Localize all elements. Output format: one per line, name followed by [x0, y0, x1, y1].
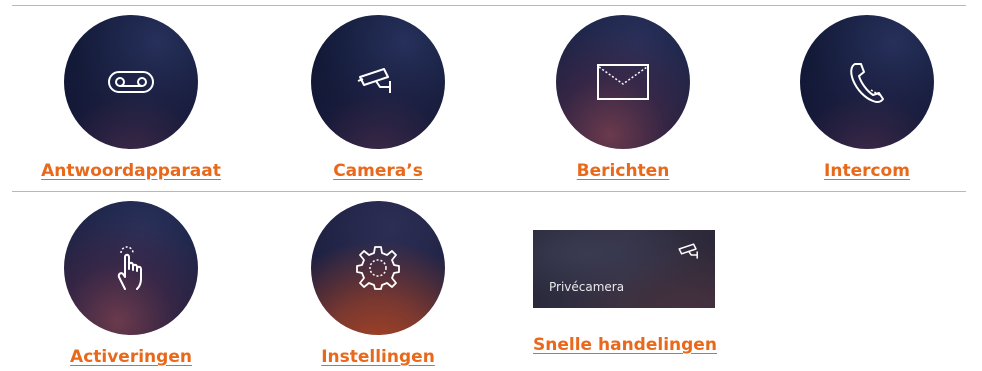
- cameras-button[interactable]: [311, 15, 445, 149]
- tile-instellingen: Instellingen: [283, 201, 473, 367]
- middle-divider: [12, 191, 966, 192]
- tile-cameras: Camera’s: [283, 15, 473, 181]
- activeringen-link[interactable]: Activeringen: [70, 347, 192, 367]
- gear-icon: [356, 246, 400, 290]
- top-divider: [12, 5, 966, 6]
- phone-icon: [850, 63, 884, 104]
- tile-intercom: Intercom: [772, 15, 962, 181]
- berichten-link[interactable]: Berichten: [577, 161, 670, 181]
- instellingen-button[interactable]: [311, 201, 445, 335]
- voicemail-icon: [108, 71, 154, 93]
- intercom-link[interactable]: Intercom: [824, 161, 910, 181]
- tile-activeringen: Activeringen: [36, 201, 226, 367]
- antwoordapparaat-button[interactable]: [64, 15, 198, 149]
- cameras-link[interactable]: Camera’s: [333, 161, 423, 181]
- snelle-handelingen-link[interactable]: Snelle handelingen: [533, 335, 717, 355]
- tile-snelle-handelingen: Snelle handelingen: [510, 335, 740, 355]
- antwoordapparaat-link[interactable]: Antwoordapparaat: [41, 161, 221, 181]
- instellingen-link[interactable]: Instellingen: [321, 347, 435, 367]
- activeringen-button[interactable]: [64, 201, 198, 335]
- tap-hand-icon: [117, 246, 142, 290]
- intercom-button[interactable]: [800, 15, 934, 149]
- tile-berichten: Berichten: [528, 15, 718, 181]
- quick-action-card[interactable]: Privécamera: [533, 230, 715, 308]
- berichten-button[interactable]: [556, 15, 690, 149]
- security-camera-icon: [678, 243, 698, 259]
- tile-antwoordapparaat: Antwoordapparaat: [36, 15, 226, 181]
- security-camera-icon: [357, 68, 391, 93]
- quick-card-title: Privécamera: [549, 280, 625, 294]
- envelope-icon: [597, 64, 649, 100]
